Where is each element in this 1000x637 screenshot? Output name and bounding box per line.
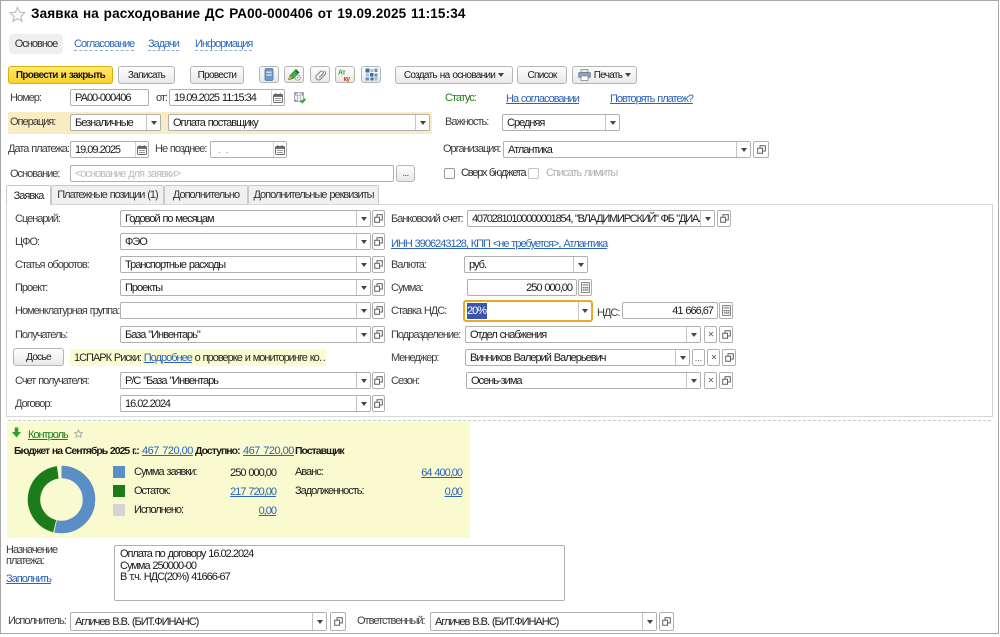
svg-text:ку: ку — [344, 76, 351, 82]
